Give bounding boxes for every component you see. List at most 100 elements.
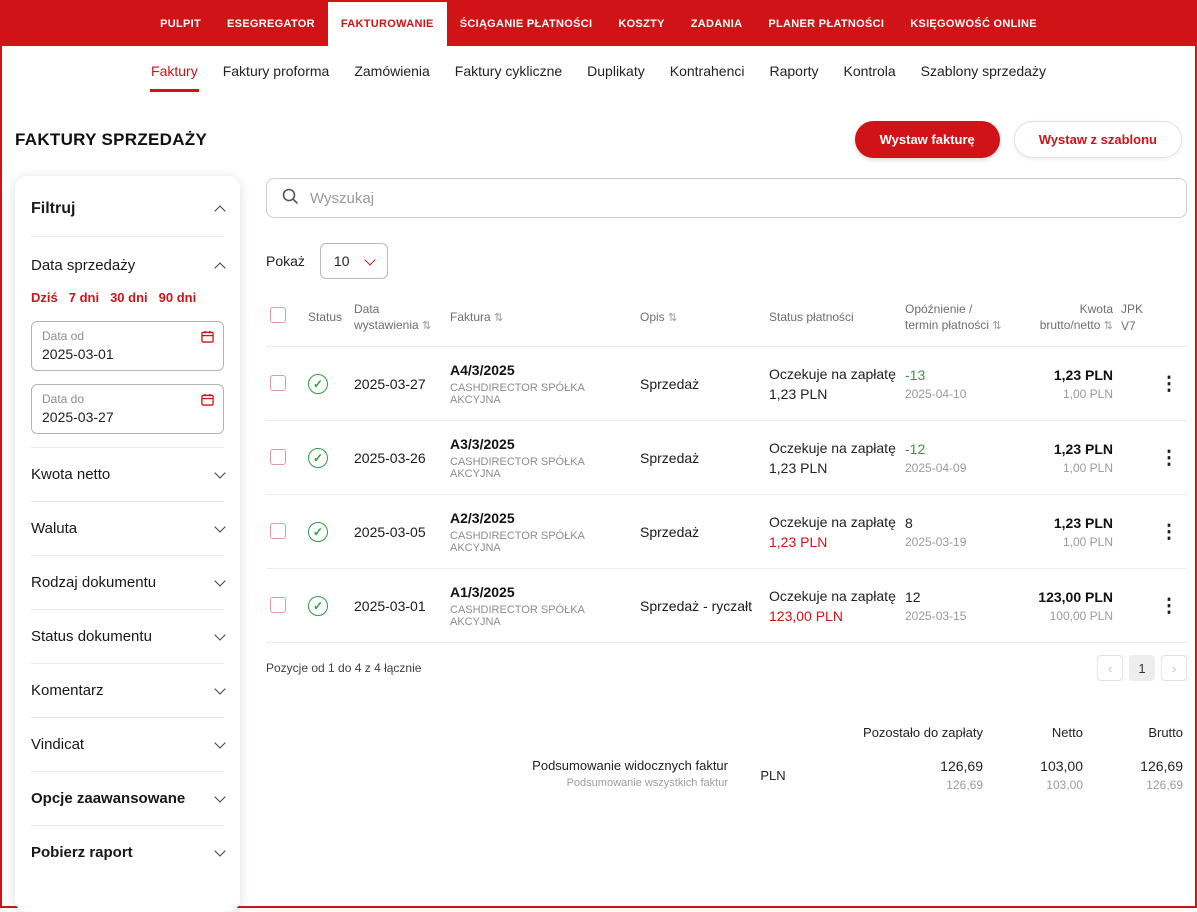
quick-filter-7dni[interactable]: 7 dni (69, 290, 99, 305)
section-vindicat[interactable]: Vindicat (31, 718, 226, 772)
invoice-description: Sprzedaż (636, 494, 765, 569)
nav-esegregator[interactable]: ESEGREGATOR (214, 2, 328, 46)
section-rodzaj-dokumentu[interactable]: Rodzaj dokumentu (31, 556, 226, 610)
issue-invoice-button[interactable]: Wystaw fakturę (854, 121, 1000, 158)
column-description[interactable]: Opis ⇅ (636, 285, 765, 347)
sort-icon[interactable]: ⇅ (494, 312, 503, 324)
issue-from-template-button[interactable]: Wystaw z szablonu (1013, 121, 1182, 158)
delay-days: -13 (905, 367, 926, 384)
quick-filter-30dni[interactable]: 30 dni (110, 290, 148, 305)
summary-headers: Pozostało do zapłaty Netto Brutto (266, 725, 1183, 740)
next-page-button[interactable]: › (1161, 655, 1187, 682)
issue-date: 2025-03-01 (350, 568, 446, 643)
status-ok-icon: ✓ (308, 374, 328, 395)
row-checkbox[interactable] (270, 522, 286, 539)
row-actions-menu[interactable]: ⋮ (1160, 596, 1179, 617)
invoice-description: Sprzedaż - ryczałt (636, 568, 765, 643)
date-from-field[interactable]: Data od 2025-03-01 (31, 321, 224, 371)
issue-date: 2025-03-27 (350, 346, 446, 421)
tab-kontrola[interactable]: Kontrola (843, 49, 897, 92)
row-actions-menu[interactable]: ⋮ (1160, 522, 1179, 543)
amount-gross: 1,23 PLN (1053, 367, 1113, 384)
sort-icon[interactable]: ⇅ (992, 320, 1001, 332)
date-to-field[interactable]: Data do 2025-03-27 (31, 384, 224, 434)
due-date: 2025-04-09 (905, 461, 967, 476)
nav-sciaganie-platnosci[interactable]: ŚCIĄGANIE PŁATNOŚCI (447, 2, 606, 46)
tab-raporty[interactable]: Raporty (768, 49, 819, 92)
tab-zamowienia[interactable]: Zamówienia (353, 49, 430, 92)
nav-fakturowanie[interactable]: FAKTUROWANIE (327, 2, 447, 46)
row-actions-menu[interactable]: ⋮ (1160, 448, 1179, 469)
tab-faktury-proforma[interactable]: Faktury proforma (222, 49, 331, 92)
summary-header-gross: Brutto (1148, 725, 1183, 741)
chevron-down-icon (214, 683, 226, 695)
summary-net-visible: 103,00 (1040, 758, 1083, 775)
column-delay[interactable]: Opóźnienie / termin płatności ⇅ (901, 285, 1013, 347)
select-all-checkbox[interactable] (270, 307, 286, 324)
column-status: Status (308, 310, 343, 325)
date-to-value: 2025-03-27 (42, 409, 114, 425)
calendar-icon[interactable] (201, 330, 214, 348)
page-size-label: Pokaż (266, 253, 305, 269)
payment-amount: 1,23 PLN (769, 386, 828, 403)
content: Filtruj Data sprzedaży Dziś 7 dni 30 dni… (2, 176, 1195, 912)
tab-kontrahenci[interactable]: Kontrahenci (669, 49, 746, 92)
summary-row: Podsumowanie widocznych faktur Podsumowa… (266, 758, 1183, 792)
column-amount[interactable]: Kwota brutto/netto ⇅ (1013, 285, 1117, 347)
date-from-label: Data od (42, 329, 85, 343)
calendar-icon[interactable] (201, 393, 214, 411)
column-issue-date[interactable]: Data wystawienia ⇅ (350, 285, 446, 347)
due-date: 2025-04-10 (905, 387, 967, 402)
tab-faktury-cykliczne[interactable]: Faktury cykliczne (454, 49, 563, 92)
section-waluta[interactable]: Waluta (31, 502, 226, 556)
section-kwota-netto[interactable]: Kwota netto (31, 448, 226, 502)
section-label: Komentarz (31, 682, 104, 699)
invoice-summary: Pozostało do zapłaty Netto Brutto Podsum… (266, 725, 1187, 792)
invoice-number[interactable]: A3/3/2025 (450, 436, 632, 452)
invoice-number[interactable]: A4/3/2025 (450, 362, 632, 378)
invoice-number[interactable]: A1/3/2025 (450, 584, 632, 600)
column-invoice[interactable]: Faktura ⇅ (446, 285, 636, 347)
summary-gross-visible: 126,69 (1140, 758, 1183, 775)
nav-ksiegowosc-online[interactable]: KSIĘGOWOŚĆ ONLINE (897, 2, 1050, 46)
nav-planer-platnosci[interactable]: PLANER PŁATNOŚCI (755, 2, 897, 46)
section-label: Status dokumentu (31, 628, 152, 645)
page-size-row: Pokaż 10 (266, 243, 1187, 279)
row-checkbox[interactable] (270, 596, 286, 613)
section-komentarz[interactable]: Komentarz (31, 664, 226, 718)
prev-page-button[interactable]: ‹ (1097, 655, 1123, 682)
chevron-up-icon (214, 261, 226, 274)
table-footer: Pozycje od 1 do 4 z 4 łącznie ‹ 1 › (266, 642, 1187, 691)
nav-pulpit[interactable]: PULPIT (147, 2, 214, 46)
page-size-select[interactable]: 10 (319, 243, 388, 279)
tab-szablony-sprzedazy[interactable]: Szablony sprzedaży (920, 49, 1047, 92)
amount-net: 100,00 PLN (1049, 609, 1113, 624)
tab-duplikaty[interactable]: Duplikaty (586, 49, 646, 92)
quick-filter-dzis[interactable]: Dziś (31, 290, 58, 305)
row-checkbox[interactable] (270, 374, 286, 391)
invoice-number[interactable]: A2/3/2025 (450, 510, 632, 526)
sort-icon[interactable]: ⇅ (668, 312, 677, 324)
nav-zadania[interactable]: ZADANIA (678, 2, 756, 46)
title-actions: Wystaw fakturę Wystaw z szablonu (854, 121, 1182, 158)
contractor-name: CASHDIRECTOR SPÓŁKA AKCYJNA (450, 382, 585, 407)
row-actions-menu[interactable]: ⋮ (1160, 374, 1179, 395)
main-panel: Pokaż 10 Status Data wystawienia ⇅ Faktu… (266, 176, 1187, 912)
section-status-dokumentu[interactable]: Status dokumentu (31, 610, 226, 664)
pagination: ‹ 1 › (1097, 655, 1187, 682)
section-pobierz-raport[interactable]: Pobierz raport (31, 826, 226, 879)
filter-header[interactable]: Filtruj (31, 176, 226, 237)
search-input[interactable] (310, 189, 1172, 207)
chevron-down-icon (214, 791, 226, 803)
quick-filter-90dni[interactable]: 90 dni (159, 290, 197, 305)
section-opcje-zaawansowane[interactable]: Opcje zaawansowane (31, 772, 226, 826)
summary-to-pay-all: 126,69 (946, 778, 983, 793)
row-checkbox[interactable] (270, 448, 286, 465)
section-data-sprzedazy[interactable]: Data sprzedaży (31, 237, 226, 290)
sort-icon[interactable]: ⇅ (1104, 320, 1113, 332)
amount-gross: 123,00 PLN (1038, 589, 1113, 606)
current-page[interactable]: 1 (1129, 655, 1155, 682)
nav-koszty[interactable]: KOSZTY (605, 2, 677, 46)
tab-faktury[interactable]: Faktury (150, 49, 199, 92)
sort-icon[interactable]: ⇅ (422, 320, 431, 332)
